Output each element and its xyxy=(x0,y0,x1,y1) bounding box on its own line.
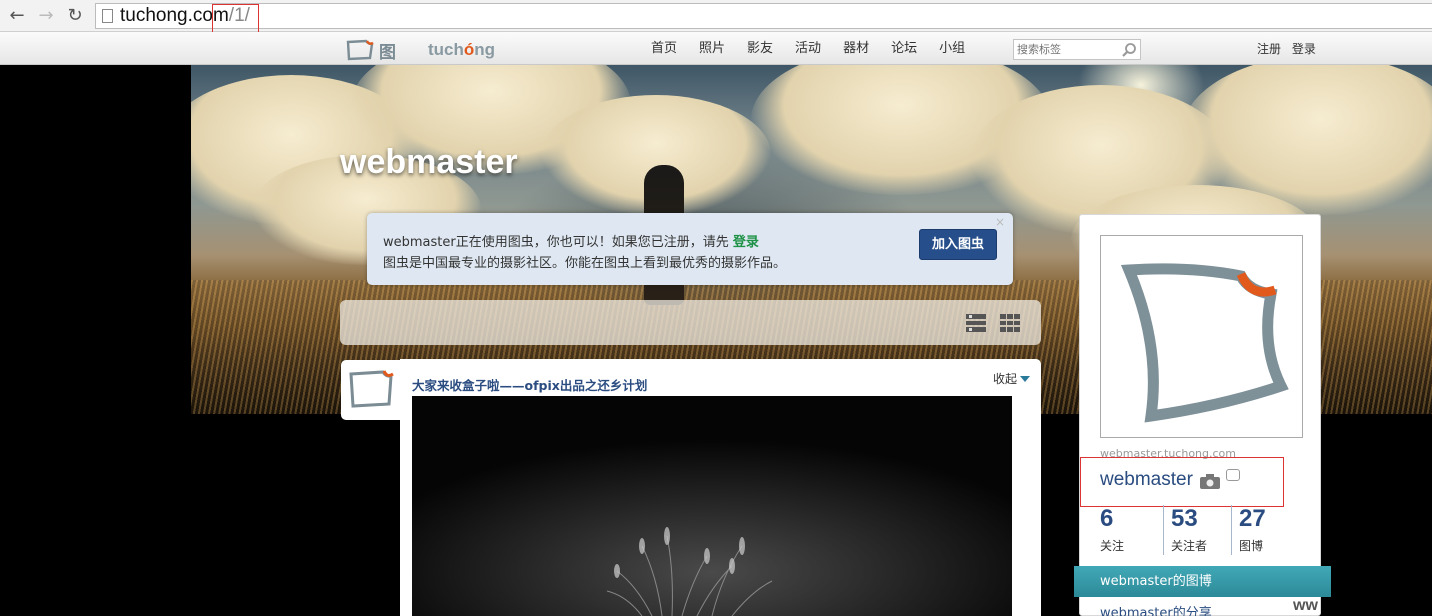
notice-line-2: 图虫是中国最专业的摄影社区。你能在图虫上看到最优秀的摄影作品。 xyxy=(383,256,787,271)
chevron-down-icon xyxy=(1020,376,1031,382)
grid-view-icon[interactable] xyxy=(1000,314,1020,332)
page: ← → ↻ tuchong.com/1/ 图虫 tuchóng 首页 照片 影友… xyxy=(0,0,1432,616)
site-header: 图虫 tuchóng 首页 照片 影友 活动 器材 论坛 小组 注册 登录 xyxy=(0,32,1432,88)
avatar-frame-icon xyxy=(1120,263,1289,423)
post-title[interactable]: 大家来收盒子啦——ofpix出品之还乡计划 xyxy=(412,375,647,394)
corner-text: ww xyxy=(1293,597,1318,614)
search-icon[interactable] xyxy=(1121,42,1137,58)
auth-links: 注册 登录 xyxy=(1257,40,1323,57)
nav-events[interactable]: 活动 xyxy=(784,32,832,65)
hero-title: webmaster xyxy=(340,143,518,181)
address-bar[interactable]: tuchong.com/1/ xyxy=(95,3,1432,29)
stat-followers[interactable]: 53 关注者 xyxy=(1163,505,1231,555)
forward-arrow-icon[interactable]: → xyxy=(35,5,57,27)
page-icon xyxy=(102,9,113,23)
post-card: 大家来收盒子啦——ofpix出品之还乡计划 收起 xyxy=(400,359,1041,616)
browser-toolbar: ← → ↻ tuchong.com/1/ xyxy=(0,0,1432,34)
search-box xyxy=(1013,39,1141,60)
list-view-icon[interactable] xyxy=(966,314,986,332)
nav-photos[interactable]: 照片 xyxy=(688,32,736,65)
logo-frame-icon xyxy=(346,39,374,61)
name-highlight-box xyxy=(1080,457,1284,507)
join-button[interactable]: 加入图虫 xyxy=(919,229,997,260)
nav-forum[interactable]: 论坛 xyxy=(880,32,928,65)
avatar-frame-icon xyxy=(349,370,394,408)
back-arrow-icon[interactable]: ← xyxy=(6,5,28,27)
view-toolbar xyxy=(340,300,1041,345)
post-avatar[interactable] xyxy=(341,360,401,420)
post-photo[interactable] xyxy=(412,396,1012,616)
search-input[interactable] xyxy=(1014,40,1118,59)
join-notice: webmaster正在使用图虫，你也可以！如果您已注册，请先 登录 图虫是中国最… xyxy=(367,213,1013,285)
reload-icon[interactable]: ↻ xyxy=(64,5,86,27)
blog-tab[interactable]: webmaster的图博 xyxy=(1074,566,1331,597)
url-highlight-box xyxy=(212,4,259,34)
nav-equipment[interactable]: 器材 xyxy=(832,32,880,65)
notice-line-1: webmaster正在使用图虫，你也可以！如果您已注册，请先 登录 xyxy=(383,235,759,250)
collapse-button[interactable]: 收起 xyxy=(993,370,1031,387)
grass-silhouette xyxy=(412,396,1012,616)
stat-blogs[interactable]: 27 图博 xyxy=(1231,505,1301,555)
stat-following[interactable]: 6 关注 xyxy=(1100,505,1163,555)
share-link[interactable]: webmaster的分享 xyxy=(1100,602,1212,616)
logo-en-text: tuchóng xyxy=(428,40,496,59)
profile-card: webmaster.tuchong.com webmaster 6 关注 53 … xyxy=(1079,214,1321,616)
register-link[interactable]: 注册 xyxy=(1257,42,1281,56)
profile-stats: 6 关注 53 关注者 27 图博 xyxy=(1100,505,1301,555)
nav-groups[interactable]: 小组 xyxy=(928,32,976,65)
notice-login-link[interactable]: 登录 xyxy=(733,235,759,250)
login-link[interactable]: 登录 xyxy=(1292,42,1316,56)
nav-friends[interactable]: 影友 xyxy=(736,32,784,65)
profile-avatar[interactable] xyxy=(1100,235,1303,438)
main-nav: 首页 照片 影友 活动 器材 论坛 小组 xyxy=(640,32,976,65)
nav-home[interactable]: 首页 xyxy=(640,32,688,65)
close-icon[interactable]: × xyxy=(995,215,1005,229)
